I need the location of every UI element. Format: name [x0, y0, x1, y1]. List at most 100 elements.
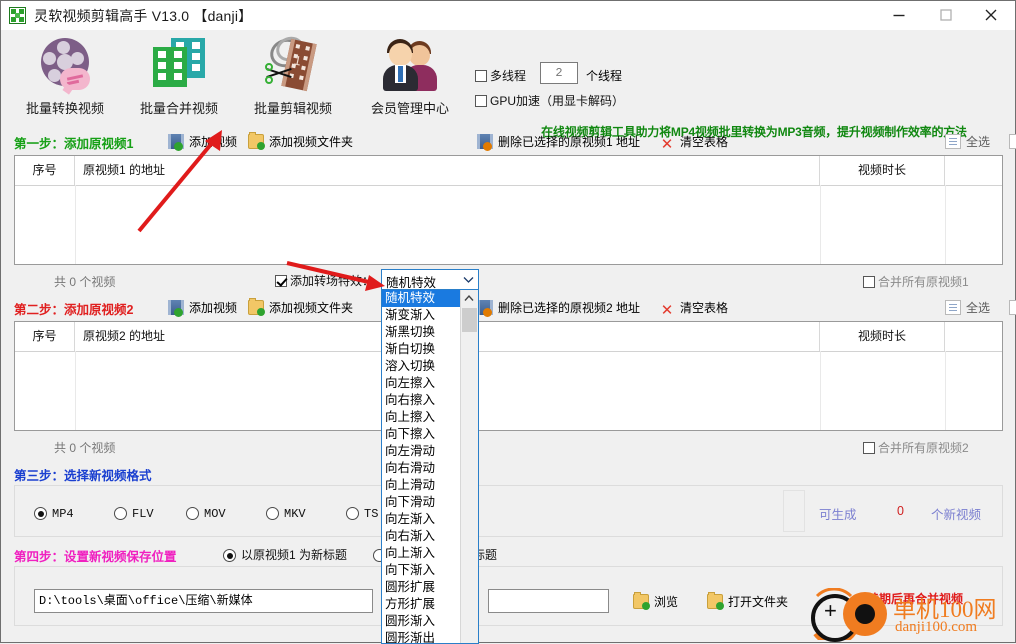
step2-delete-selected-button[interactable]: 删除已选择的原视频2 地址 — [477, 299, 641, 317]
step1-col-path: 原视频1 的地址 — [75, 156, 820, 185]
step1-merge-all-checkbox-box[interactable] — [863, 276, 875, 288]
multi-thread-checkbox-box[interactable] — [475, 70, 487, 82]
format-radio-mp4-dot[interactable] — [34, 507, 47, 520]
step1-delete-selected-button[interactable]: 删除已选择的原视频1 地址 — [477, 133, 641, 151]
step2-merge-all-checkbox-box[interactable] — [863, 442, 875, 454]
multi-thread-checkbox[interactable]: 多线程 — [475, 67, 526, 84]
open-folder-label: 打开文件夹 — [728, 595, 789, 609]
step2-col-index: 序号 — [15, 322, 75, 351]
step1-add-video-label: 添加视频 — [189, 135, 238, 149]
new-name-input[interactable] — [488, 589, 609, 613]
step1-clear-table-button[interactable]: ✕ 清空表格 — [659, 133, 728, 153]
multi-thread-label: 多线程 — [490, 69, 527, 83]
step2-invert-button[interactable]: 反选 — [1009, 299, 1016, 316]
toolbar-item-members[interactable]: 会员管理中心 — [351, 36, 469, 117]
maximize-button[interactable] — [923, 1, 968, 29]
select-all-icon — [945, 134, 961, 149]
add-folder-icon — [248, 298, 265, 316]
generate-count-value: 0 — [897, 504, 904, 518]
title-source-radio-video1-label: 以原视频1 为新标题 — [241, 548, 348, 562]
open-folder-button[interactable]: 打开文件夹 — [707, 592, 789, 610]
generate-count-prefix: 可生成 — [819, 508, 857, 522]
format-radio-flv[interactable]: FLV — [114, 507, 154, 521]
step2-col-duration: 视频时长 — [820, 322, 945, 351]
step1-col-duration: 视频时长 — [820, 156, 945, 185]
format-radio-mp4-label: MP4 — [52, 507, 74, 521]
step1-select-all-label: 全选 — [966, 135, 991, 149]
step2-add-folder-button[interactable]: 添加视频文件夹 — [248, 298, 354, 316]
save-path-input[interactable]: D:\tools\桌面\office\压缩\新媒体 — [34, 589, 373, 613]
generate-decoration-box — [783, 490, 805, 532]
transition-effect-checkbox[interactable]: 添加转场特效： — [275, 272, 374, 289]
select-all-icon — [945, 300, 961, 315]
toolbar-item-merge[interactable]: 批量合并视频 — [120, 36, 238, 117]
format-radio-flv-label: FLV — [132, 507, 154, 521]
format-radio-mp4[interactable]: MP4 — [34, 507, 74, 521]
browse-button[interactable]: 浏览 — [633, 592, 678, 610]
window-title: 灵软视频剪辑高手 V13.0 【danji】 — [34, 8, 253, 24]
step1-table-header: 序号 原视频1 的地址 视频时长 — [15, 156, 1002, 186]
transition-effect-select[interactable]: 随机特效 — [381, 269, 479, 290]
watermark: 单机100网 danji100.com — [805, 588, 1011, 642]
app-logo-icon — [9, 7, 26, 24]
toolbar-item-clip[interactable]: 1 批量剪辑视频 — [234, 32, 352, 117]
step2-video-table[interactable]: 序号 原视频2 的地址 视频时长 — [14, 321, 1003, 431]
step2-select-all-button[interactable]: 全选 — [945, 299, 990, 316]
format-radio-mov[interactable]: MOV — [186, 507, 226, 521]
gpu-accel-checkbox[interactable]: GPU加速（用显卡解码） — [475, 92, 624, 109]
step2-merge-all-checkbox[interactable]: 合并所有原视频2 — [863, 439, 969, 456]
dropdown-scrollbar[interactable] — [460, 290, 478, 643]
transition-effect-label: 添加转场特效： — [290, 274, 375, 288]
thread-count-input[interactable]: 2 — [540, 62, 578, 84]
step1-select-all-button[interactable]: 全选 — [945, 133, 990, 150]
step1-video-table[interactable]: 序号 原视频1 的地址 视频时长 — [14, 155, 1003, 265]
browse-icon — [633, 592, 650, 610]
format-radio-mov-dot[interactable] — [186, 507, 199, 520]
add-video-icon — [168, 134, 184, 151]
title-source-radio-video1-dot[interactable] — [223, 549, 236, 562]
scroll-up-button[interactable] — [461, 290, 477, 307]
step2-add-video-button[interactable]: 添加视频 — [168, 299, 237, 317]
step1-label: 第一步：添加原视频1 — [14, 137, 134, 151]
format-radio-ts[interactable]: TS — [346, 507, 378, 521]
step2-label: 第二步：添加原视频2 — [14, 303, 134, 317]
gpu-accel-checkbox-box[interactable] — [475, 95, 487, 107]
step1-col-tail — [945, 156, 1002, 185]
step2-delete-selected-label: 删除已选择的原视频2 地址 — [498, 301, 641, 315]
open-folder-icon — [707, 592, 724, 610]
step1-total-count: 共 0 个视频 — [54, 275, 116, 289]
step1-invert-button[interactable]: 反选 — [1009, 133, 1016, 150]
close-icon — [985, 9, 996, 21]
toolbar-item-label: 批量转换视频 — [25, 101, 104, 116]
step1-add-folder-button[interactable]: 添加视频文件夹 — [248, 132, 353, 150]
step2-table-header: 序号 原视频2 的地址 视频时长 — [15, 322, 1002, 352]
transition-effect-checkbox-box[interactable] — [275, 275, 287, 287]
gpu-accel-label: GPU加速（用显卡解码） — [490, 94, 625, 108]
add-folder-icon — [248, 132, 265, 150]
invert-select-icon — [1009, 300, 1016, 315]
step2-clear-table-label: 清空表格 — [680, 301, 729, 315]
minimize-button[interactable] — [876, 1, 921, 29]
toolbar-item-convert[interactable]: 批量转换视频 — [6, 36, 124, 117]
toolbar-item-label: 会员管理中心 — [370, 101, 449, 116]
step2-col-tail — [945, 322, 1002, 351]
delete-video-icon — [477, 134, 493, 151]
format-radio-ts-dot[interactable] — [346, 507, 359, 520]
step2-clear-table-button[interactable]: ✕ 清空表格 — [659, 299, 728, 319]
format-radio-flv-dot[interactable] — [114, 507, 127, 520]
step2-add-folder-label: 添加视频文件夹 — [269, 301, 354, 315]
step1-delete-selected-label: 删除已选择的原视频1 地址 — [498, 135, 641, 149]
transition-effect-dropdown-list[interactable]: 随机特效 渐变渐入 渐黑切换 渐白切换 溶入切换 向左擦入 向右擦入 向上擦入 向下擦入 向左滑动… — [381, 289, 479, 644]
step1-merge-all-checkbox[interactable]: 合并所有原视频1 — [863, 273, 969, 290]
title-source-radio-video1[interactable]: 以原视频1 为新标题 — [223, 546, 347, 563]
step4-header: 第四步：设置新视频保存位置 — [1, 544, 1015, 566]
step1-add-video-button[interactable]: 添加视频 — [168, 133, 238, 151]
green-grid-icon — [120, 36, 238, 94]
chevron-down-icon — [463, 277, 474, 283]
format-radio-mkv-dot[interactable] — [266, 507, 279, 520]
scroll-thumb[interactable] — [462, 308, 477, 332]
members-icon — [351, 36, 469, 94]
format-radio-mkv[interactable]: MKV — [266, 507, 306, 521]
main-toolbar: 批量转换视频 批量合并视频 1 批量剪辑视频 会员管理中心 多线程 2 个线程 … — [1, 30, 1015, 139]
close-button[interactable] — [968, 1, 1013, 29]
